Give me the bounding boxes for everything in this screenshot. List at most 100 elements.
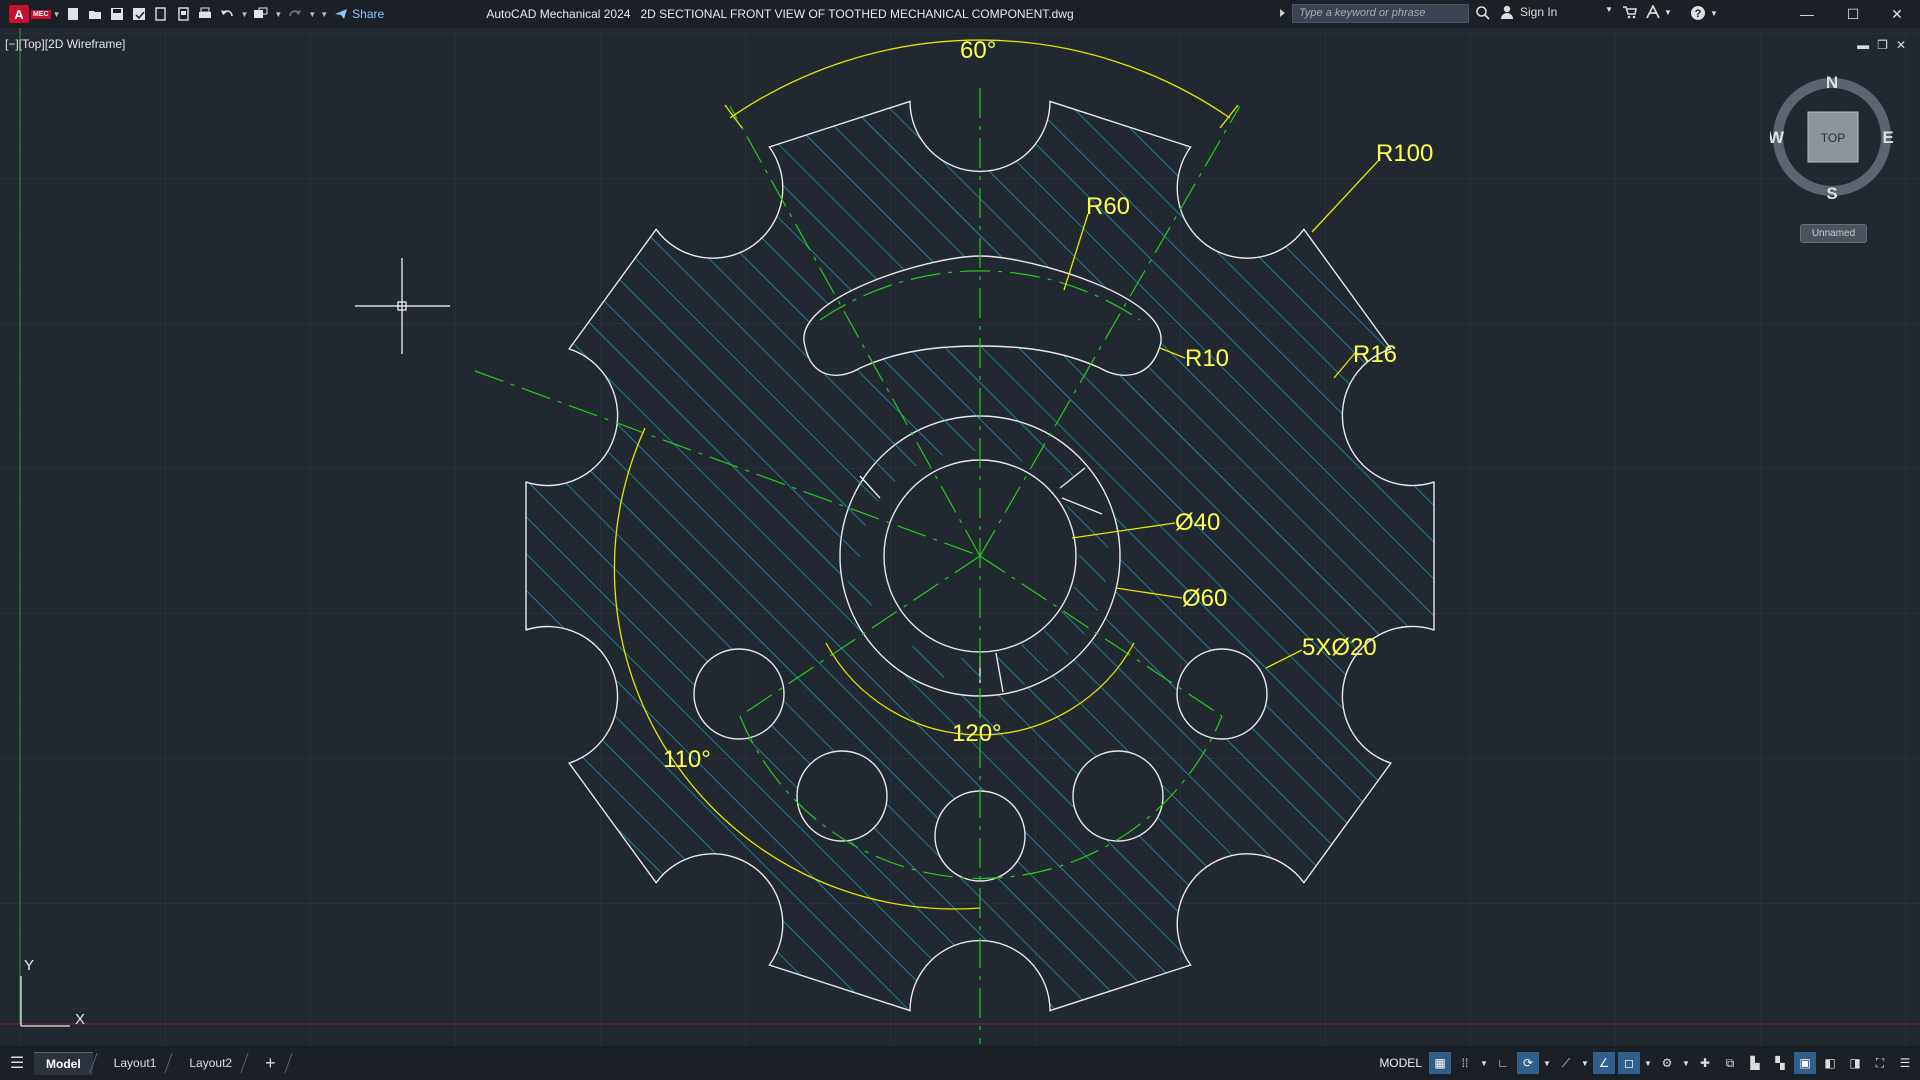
settings-dropdown-icon[interactable]: ▼ [1681,1052,1691,1074]
customize-qat-icon[interactable]: ▼ [320,10,328,19]
status-bar: ☰ Model Layout1 Layout2 + MODEL ▦ ⁞⁞ ▼ ∟… [0,1046,1920,1080]
close-icon: ✕ [1891,5,1903,22]
store-button[interactable] [1622,5,1638,19]
search-input[interactable]: Type a keyword or phrase [1292,4,1469,23]
compass-north[interactable]: N [1826,74,1838,92]
viewport-window-controls: ▬ ❐ ✕ [1857,38,1906,52]
quick-access-toolbar: A MEC ▼ ▼ ▼ ▼ ▼ Share [0,0,384,28]
save-icon[interactable] [106,4,128,24]
annotation-monitor-icon[interactable]: ▙ [1744,1052,1766,1074]
polar-tracking-icon[interactable]: ⟳ [1517,1052,1539,1074]
help-button[interactable]: ? ▼ [1690,5,1718,21]
workspace-switch-icon[interactable]: ⧉ [1719,1052,1741,1074]
redo-icon[interactable] [284,4,306,24]
compass-east[interactable]: E [1882,128,1893,147]
settings-gear-icon[interactable]: ⚙ [1656,1052,1678,1074]
sign-in-button[interactable]: Sign In [1500,5,1557,19]
search-button[interactable] [1475,5,1491,21]
add-layout-icon[interactable]: + [253,1052,288,1074]
dim-angle-60[interactable]: 60° [960,37,996,64]
dim-r100[interactable]: R100 [1376,140,1433,167]
viewport-close-icon[interactable]: ✕ [1896,38,1906,52]
search-icon [1476,6,1490,20]
app-logo[interactable]: A [9,5,29,23]
save-web-icon[interactable] [172,4,194,24]
open-web-icon[interactable] [150,4,172,24]
object-snap-icon[interactable]: ◻ [1618,1052,1640,1074]
tab-layout2[interactable]: Layout2 [177,1052,244,1074]
section-hatch [0,28,1920,1046]
plot-icon[interactable] [194,4,216,24]
new-icon[interactable] [62,4,84,24]
share-button[interactable]: Share [334,7,384,21]
viewport-minimize-icon[interactable]: ▬ [1857,38,1869,52]
a360-dropdown-icon[interactable]: ▼ [1664,8,1672,17]
graphics-performance-icon[interactable]: ◨ [1844,1052,1866,1074]
viewport-restore-icon[interactable]: ❐ [1877,38,1888,52]
maximize-button[interactable]: ☐ [1830,0,1876,28]
close-button[interactable]: ✕ [1874,0,1920,28]
help-icon: ? [1691,6,1705,20]
drawing-canvas[interactable]: 60° R100 R60 R10 R16 Ø40 Ø60 5XØ20 120° … [0,28,1920,1046]
customize-icon[interactable]: ☰ [1894,1052,1916,1074]
snap-dropdown-icon[interactable]: ▼ [1479,1052,1489,1074]
workspace-icon[interactable] [250,4,272,24]
isolate-objects-icon[interactable]: ◧ [1819,1052,1841,1074]
grid-icon[interactable]: ▦ [1429,1052,1451,1074]
ucs-menu[interactable]: Unnamed [1800,224,1867,243]
osnap-dropdown-icon[interactable]: ▼ [1643,1052,1653,1074]
expand-search-icon[interactable] [1280,9,1285,17]
ortho-icon[interactable]: ∟ [1492,1052,1514,1074]
compass-south[interactable]: S [1826,184,1837,199]
compass-west[interactable]: W [1770,128,1785,147]
tab-layout1[interactable]: Layout1 [102,1052,169,1074]
sign-in-dropdown-icon[interactable]: ▼ [1605,5,1613,14]
app-menu-dropdown-icon[interactable]: ▼ [53,10,61,19]
dim-holes[interactable]: 5XØ20 [1302,634,1377,661]
workspace-dropdown-icon[interactable]: ▼ [274,10,282,19]
share-label: Share [352,7,385,21]
clean-screen-icon[interactable]: ⛶ [1869,1052,1891,1074]
dim-r60[interactable]: R60 [1086,193,1130,220]
isometric-icon[interactable]: ⟋ [1555,1052,1577,1074]
help-dropdown-icon[interactable]: ▼ [1710,9,1718,18]
units-icon[interactable]: ▚ [1769,1052,1791,1074]
open-icon[interactable] [84,4,106,24]
viewport-controls[interactable]: [−][Top][2D Wireframe] [5,37,125,51]
viewcube-face-label: TOP [1821,131,1845,145]
status-toggles: MODEL ▦ ⁞⁞ ▼ ∟ ⟳ ▼ ⟋ ▼ ∠ ◻ ▼ ⚙ ▼ ✚ ⧉ ▙ ▚… [1375,1052,1916,1074]
quick-properties-icon[interactable]: ▣ [1794,1052,1816,1074]
dim-d40[interactable]: Ø40 [1175,509,1220,536]
a360-icon [1646,5,1660,19]
snap-icon[interactable]: ⁞⁞ [1454,1052,1476,1074]
svg-text:?: ? [1695,8,1702,20]
iso-dropdown-icon[interactable]: ▼ [1580,1052,1590,1074]
dim-angle-120[interactable]: 120° [952,720,1002,747]
user-icon [1501,5,1513,19]
sign-in-label: Sign In [1520,5,1558,19]
ucs-x-label: X [75,1011,85,1028]
dim-r10[interactable]: R10 [1185,345,1229,372]
share-icon [335,9,348,19]
redo-dropdown-icon[interactable]: ▼ [308,10,316,19]
dim-d60[interactable]: Ø60 [1182,585,1227,612]
model-space-toggle[interactable]: MODEL [1375,1054,1426,1072]
autodesk-a360-button[interactable]: ▼ [1645,5,1672,19]
dim-r16[interactable]: R16 [1353,341,1397,368]
dim-angle-110[interactable]: 110° [663,746,711,773]
layout-tabs: Model Layout1 Layout2 + [34,1046,301,1080]
cart-icon [1623,6,1637,19]
minimize-icon: — [1800,6,1814,22]
undo-dropdown-icon[interactable]: ▼ [240,10,248,19]
undo-icon[interactable] [216,4,238,24]
title-bar: A MEC ▼ ▼ ▼ ▼ ▼ Share AutoCAD Mechanical… [0,0,1920,28]
crosshair-icon[interactable]: ✚ [1694,1052,1716,1074]
menu-icon[interactable]: ☰ [0,1053,34,1073]
save-as-icon[interactable] [128,4,150,24]
object-snap-tracking-icon[interactable]: ∠ [1593,1052,1615,1074]
minimize-button[interactable]: — [1784,0,1830,28]
viewcube[interactable]: TOP N S E W [1770,74,1895,199]
polar-dropdown-icon[interactable]: ▼ [1542,1052,1552,1074]
app-badge: MEC [31,9,51,19]
tab-model[interactable]: Model [34,1051,93,1075]
